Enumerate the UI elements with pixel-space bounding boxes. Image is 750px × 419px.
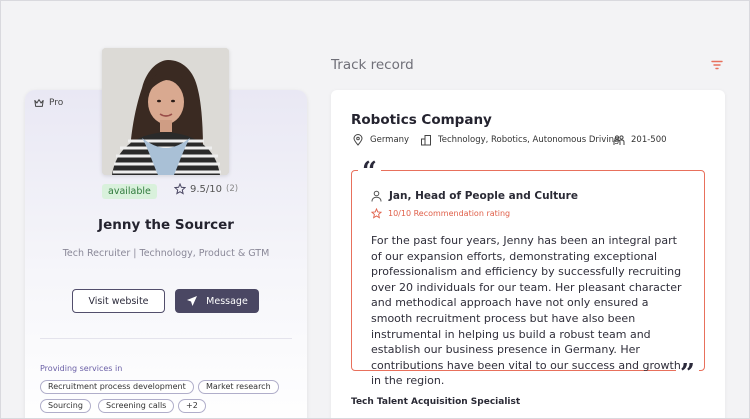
company-name: Robotics Company (351, 112, 492, 128)
service-tag: Screening calls (98, 399, 175, 413)
services-label: Providing services in (40, 364, 123, 373)
more-services-tag[interactable]: +2 (178, 399, 206, 413)
pro-badge-label: Pro (49, 98, 64, 108)
service-tag: Market research (198, 380, 279, 394)
star-icon (174, 183, 186, 195)
location-icon (353, 134, 363, 146)
recommender: Jan, Head of People and Culture (371, 190, 578, 202)
service-tag: Sourcing (40, 399, 91, 413)
message-label: Message (206, 295, 248, 307)
rating-value: 9.5/10 (190, 183, 222, 195)
recommendation-rating: 10/10 Recommendation rating (371, 208, 510, 219)
building-icon (421, 135, 431, 146)
company-industry: Technology, Robotics, Autonomous Driving (420, 134, 619, 146)
role-title: Tech Talent Acquisition Specialist (351, 397, 521, 407)
filter-icon[interactable] (710, 58, 724, 72)
visit-website-button[interactable]: Visit website (72, 289, 165, 313)
profile-rating: 9.5/10 (2) (174, 183, 238, 195)
industry-text: Technology, Robotics, Autonomous Driving (438, 135, 620, 145)
size-text: 201-500 (631, 135, 667, 145)
company-size: 201-500 (613, 134, 667, 146)
rating-count: (2) (226, 184, 239, 194)
message-button[interactable]: Message (175, 289, 259, 313)
profile-divider (40, 338, 292, 339)
recommender-name: Jan, Head of People and Culture (389, 190, 578, 202)
profile-name: Jenny the Sourcer (98, 217, 234, 233)
open-quote-icon: “ (358, 159, 381, 185)
company-location: Germany (352, 134, 409, 146)
crown-icon (34, 99, 44, 107)
send-icon (187, 296, 198, 306)
person-icon (371, 190, 382, 202)
profile-photo (102, 48, 229, 175)
star-outline-icon (371, 208, 382, 219)
recommendation-rating-text: 10/10 Recommendation rating (388, 209, 511, 218)
profile-title: Tech Recruiter | Technology, Product & G… (62, 248, 270, 259)
pro-badge: Pro (34, 98, 63, 108)
visit-website-label: Visit website (88, 295, 149, 307)
service-tag: Recruitment process development (40, 380, 194, 394)
people-icon (613, 135, 625, 145)
recommendation-text: For the past four years, Jenny has been … (371, 234, 682, 388)
location-text: Germany (370, 135, 410, 145)
track-record-heading: Track record (331, 57, 414, 73)
availability-badge: available (102, 184, 157, 199)
